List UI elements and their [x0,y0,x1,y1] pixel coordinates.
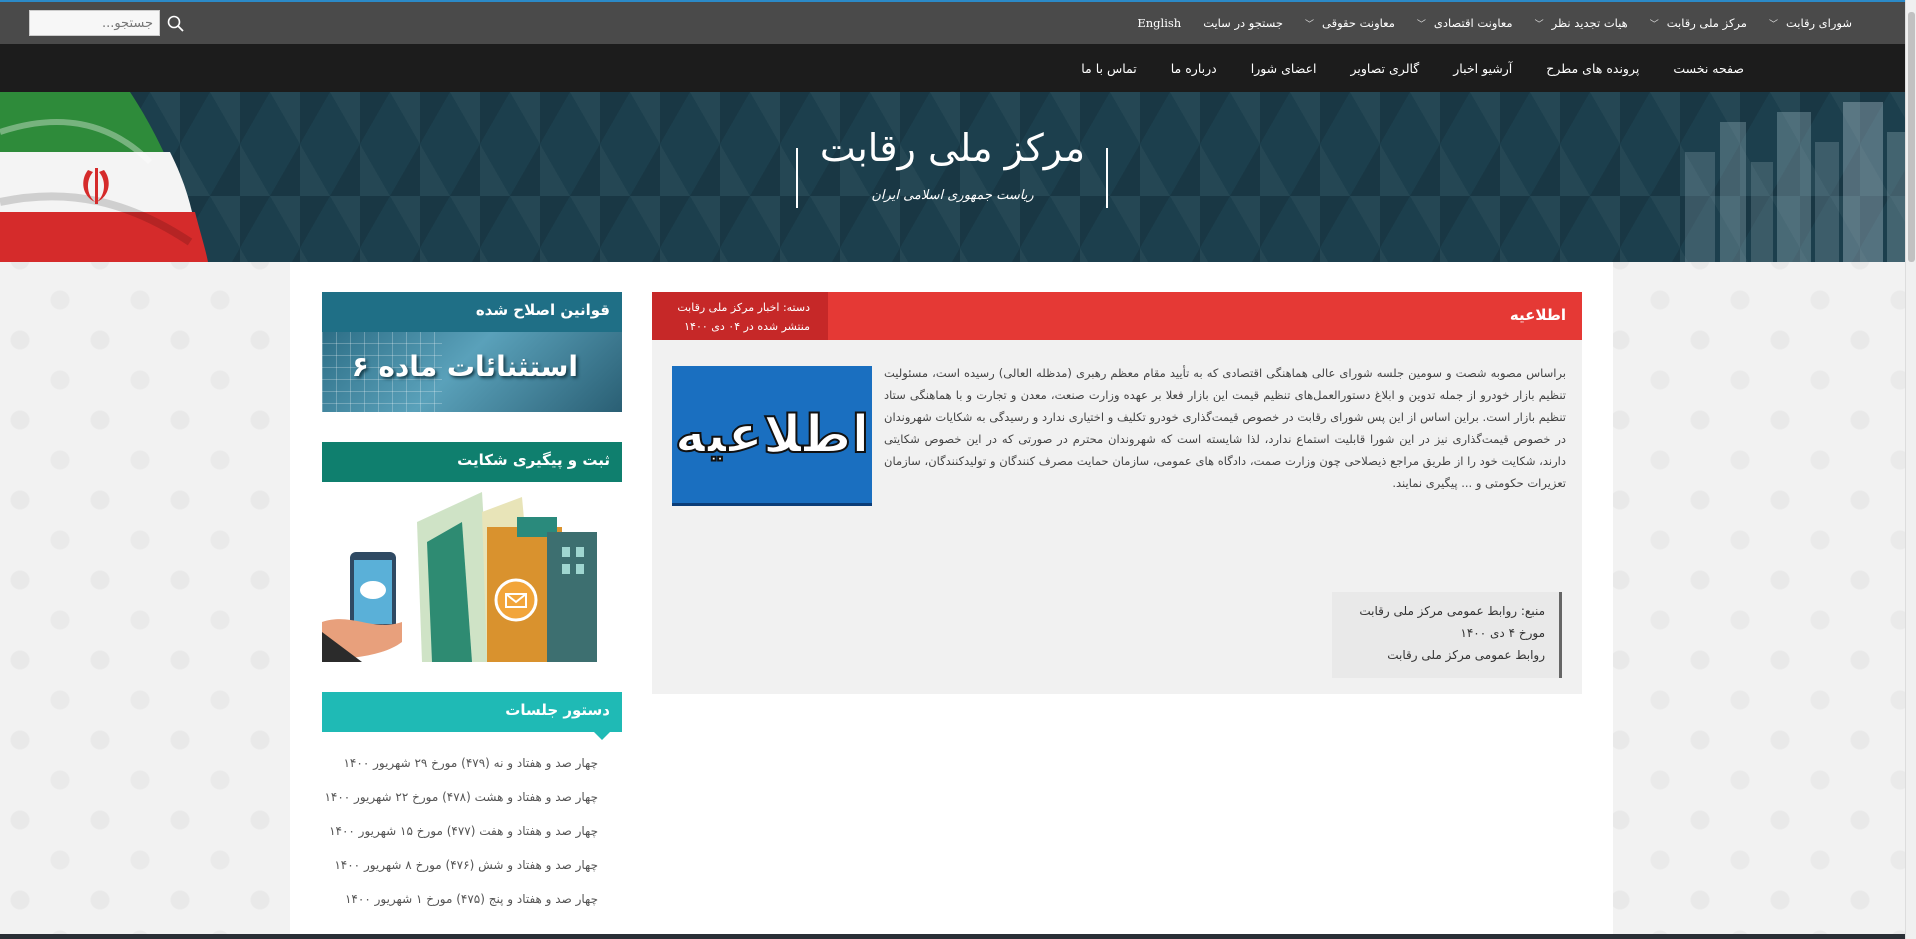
agenda-item[interactable]: چهار صد و هفتاد و پنج (۴۷۵) مورخ ۱ شهریو… [322,882,598,916]
complaint-widget-header: ثبت و پیگیری شکایت [322,442,622,490]
top-menu-item-legal-deputy[interactable]: معاونت حقوقی ﹀ [1294,16,1406,30]
top-menu: شورای رقابت ﹀ مرکز ملی رقابت ﹀ هیات تجدید … [1126,2,1863,44]
article-source-box: منبع: روابط عمومی مرکز ملی رقابت مورخ ۴ … [1332,592,1562,678]
main-navigation: صفحه نخست پرونده های مطرح آرشیو اخبار گا… [0,44,1905,92]
complaint-widget-title: ثبت و پیگیری شکایت [457,451,610,469]
complaint-banner-link[interactable] [322,482,622,662]
header-notch [594,732,610,740]
laws-banner-link[interactable]: استثنائات ماده ۶ [322,332,622,412]
chevron-down-icon: ﹀ [1416,19,1426,30]
chevron-down-icon: ﹀ [1305,19,1315,30]
top-menu-label: هیات تجدید نظر [1551,16,1628,30]
site-subtitle: ریاست جمهوری اسلامی ایران [871,188,1034,203]
top-bar: شورای رقابت ﹀ مرکز ملی رقابت ﹀ هیات تجدید … [0,2,1905,44]
top-menu-label: شورای رقابت [1785,16,1852,30]
nav-cases[interactable]: پرونده های مطرح [1529,61,1656,76]
title-divider-left [796,148,798,208]
nav-gallery[interactable]: گالری تصاویر [1334,61,1437,76]
agenda-widget-title: دستور جلسات [505,701,610,719]
agenda-item[interactable]: چهار صد و هفتاد و نه (۴۷۹) مورخ ۲۹ شهریو… [322,746,598,780]
chevron-down-icon: ﹀ [1534,19,1544,30]
top-menu-item-economic-deputy[interactable]: معاونت اقتصادی ﹀ [1406,16,1524,30]
title-divider-right [1106,148,1108,208]
top-menu-label: English [1137,16,1182,30]
nav-contact[interactable]: تماس با ما [1064,61,1154,76]
laws-widget-header: قوانین اصلاح شده [322,292,622,332]
top-menu-item-english[interactable]: English [1126,16,1192,30]
search-input[interactable] [29,10,160,36]
article-title[interactable]: اطلاعیه [1510,306,1566,324]
agenda-list: چهار صد و هفتاد و نه (۴۷۹) مورخ ۲۹ شهریو… [322,732,622,916]
top-menu-item-appeals-board[interactable]: هیات تجدید نظر ﹀ [1524,16,1639,30]
announcement-image: اطلاعیه [672,366,872,506]
article-category[interactable]: دسته: اخبار مرکز ملی رقابت [652,298,810,317]
source-line: مورخ ۴ دی ۱۴۰۰ [1460,626,1545,640]
vertical-scrollbar[interactable] [1905,0,1916,939]
article-header: اطلاعیه دسته: اخبار مرکز ملی رقابت منتشر… [652,292,1582,340]
agenda-item[interactable]: چهار صد و هفتاد و شش (۴۷۶) مورخ ۸ شهریور… [322,848,598,882]
search-icon[interactable] [166,14,186,34]
top-menu-label: جستجو در سایت [1203,16,1284,30]
article-panel: اطلاعیه دسته: اخبار مرکز ملی رقابت منتشر… [652,292,1582,694]
source-line: روابط عمومی مرکز ملی رقابت [1387,648,1545,662]
article-body: براساس مصوبه شصت و سومین جلسه شورای عالی… [884,366,1566,490]
agenda-widget-header: دستور جلسات [322,692,622,740]
laws-widget-title: قوانین اصلاح شده [475,301,610,319]
article-published-date: منتشر شده در ۰۴ دی ۱۴۰۰ [684,320,810,333]
site-title[interactable]: مرکز ملی رقابت [800,126,1105,170]
top-menu-label: معاونت اقتصادی [1433,16,1513,30]
top-menu-item-national-center[interactable]: مرکز ملی رقابت ﹀ [1639,16,1758,30]
header-banner: مرکز ملی رقابت ریاست جمهوری اسلامی ایران [0,92,1905,262]
announcement-image-text: اطلاعیه [674,404,872,466]
nav-about[interactable]: درباره ما [1154,61,1234,76]
main-menu: صفحه نخست پرونده های مطرح آرشیو اخبار گا… [1064,44,1761,92]
nav-home[interactable]: صفحه نخست [1656,61,1761,76]
top-menu-label: مرکز ملی رقابت [1666,16,1747,30]
iran-flag-image [0,92,208,262]
nav-council-members[interactable]: اعضای شورا [1234,61,1334,76]
nav-news-archive[interactable]: آرشیو اخبار [1436,61,1529,76]
top-menu-item-competition-council[interactable]: شورای رقابت ﹀ [1758,16,1863,30]
city-skyline-image [1685,102,1905,262]
source-line: منبع: روابط عمومی مرکز ملی رقابت [1359,604,1545,618]
chevron-down-icon: ﹀ [1649,19,1659,30]
scrollbar-thumb[interactable] [1908,12,1915,262]
chevron-down-icon: ﹀ [1768,19,1778,30]
top-menu-label: معاونت حقوقی [1322,16,1395,30]
top-menu-item-site-search[interactable]: جستجو در سایت [1192,16,1294,30]
agenda-item[interactable]: چهار صد و هفتاد و هشت (۴۷۸) مورخ ۲۲ شهری… [322,780,598,814]
laws-banner-text: استثنائات ماده ۶ [351,350,578,383]
agenda-item[interactable]: چهار صد و هفتاد و هفت (۴۷۷) مورخ ۱۵ شهری… [322,814,598,848]
bottom-strip [0,934,1905,939]
complaint-illustration-icon [322,492,597,662]
article-meta: دسته: اخبار مرکز ملی رقابت منتشر شده در … [652,292,828,340]
content-container: اطلاعیه دسته: اخبار مرکز ملی رقابت منتشر… [290,262,1613,939]
sidebar: قوانین اصلاح شده استثنائات ماده ۶ ثبت و … [322,292,622,916]
